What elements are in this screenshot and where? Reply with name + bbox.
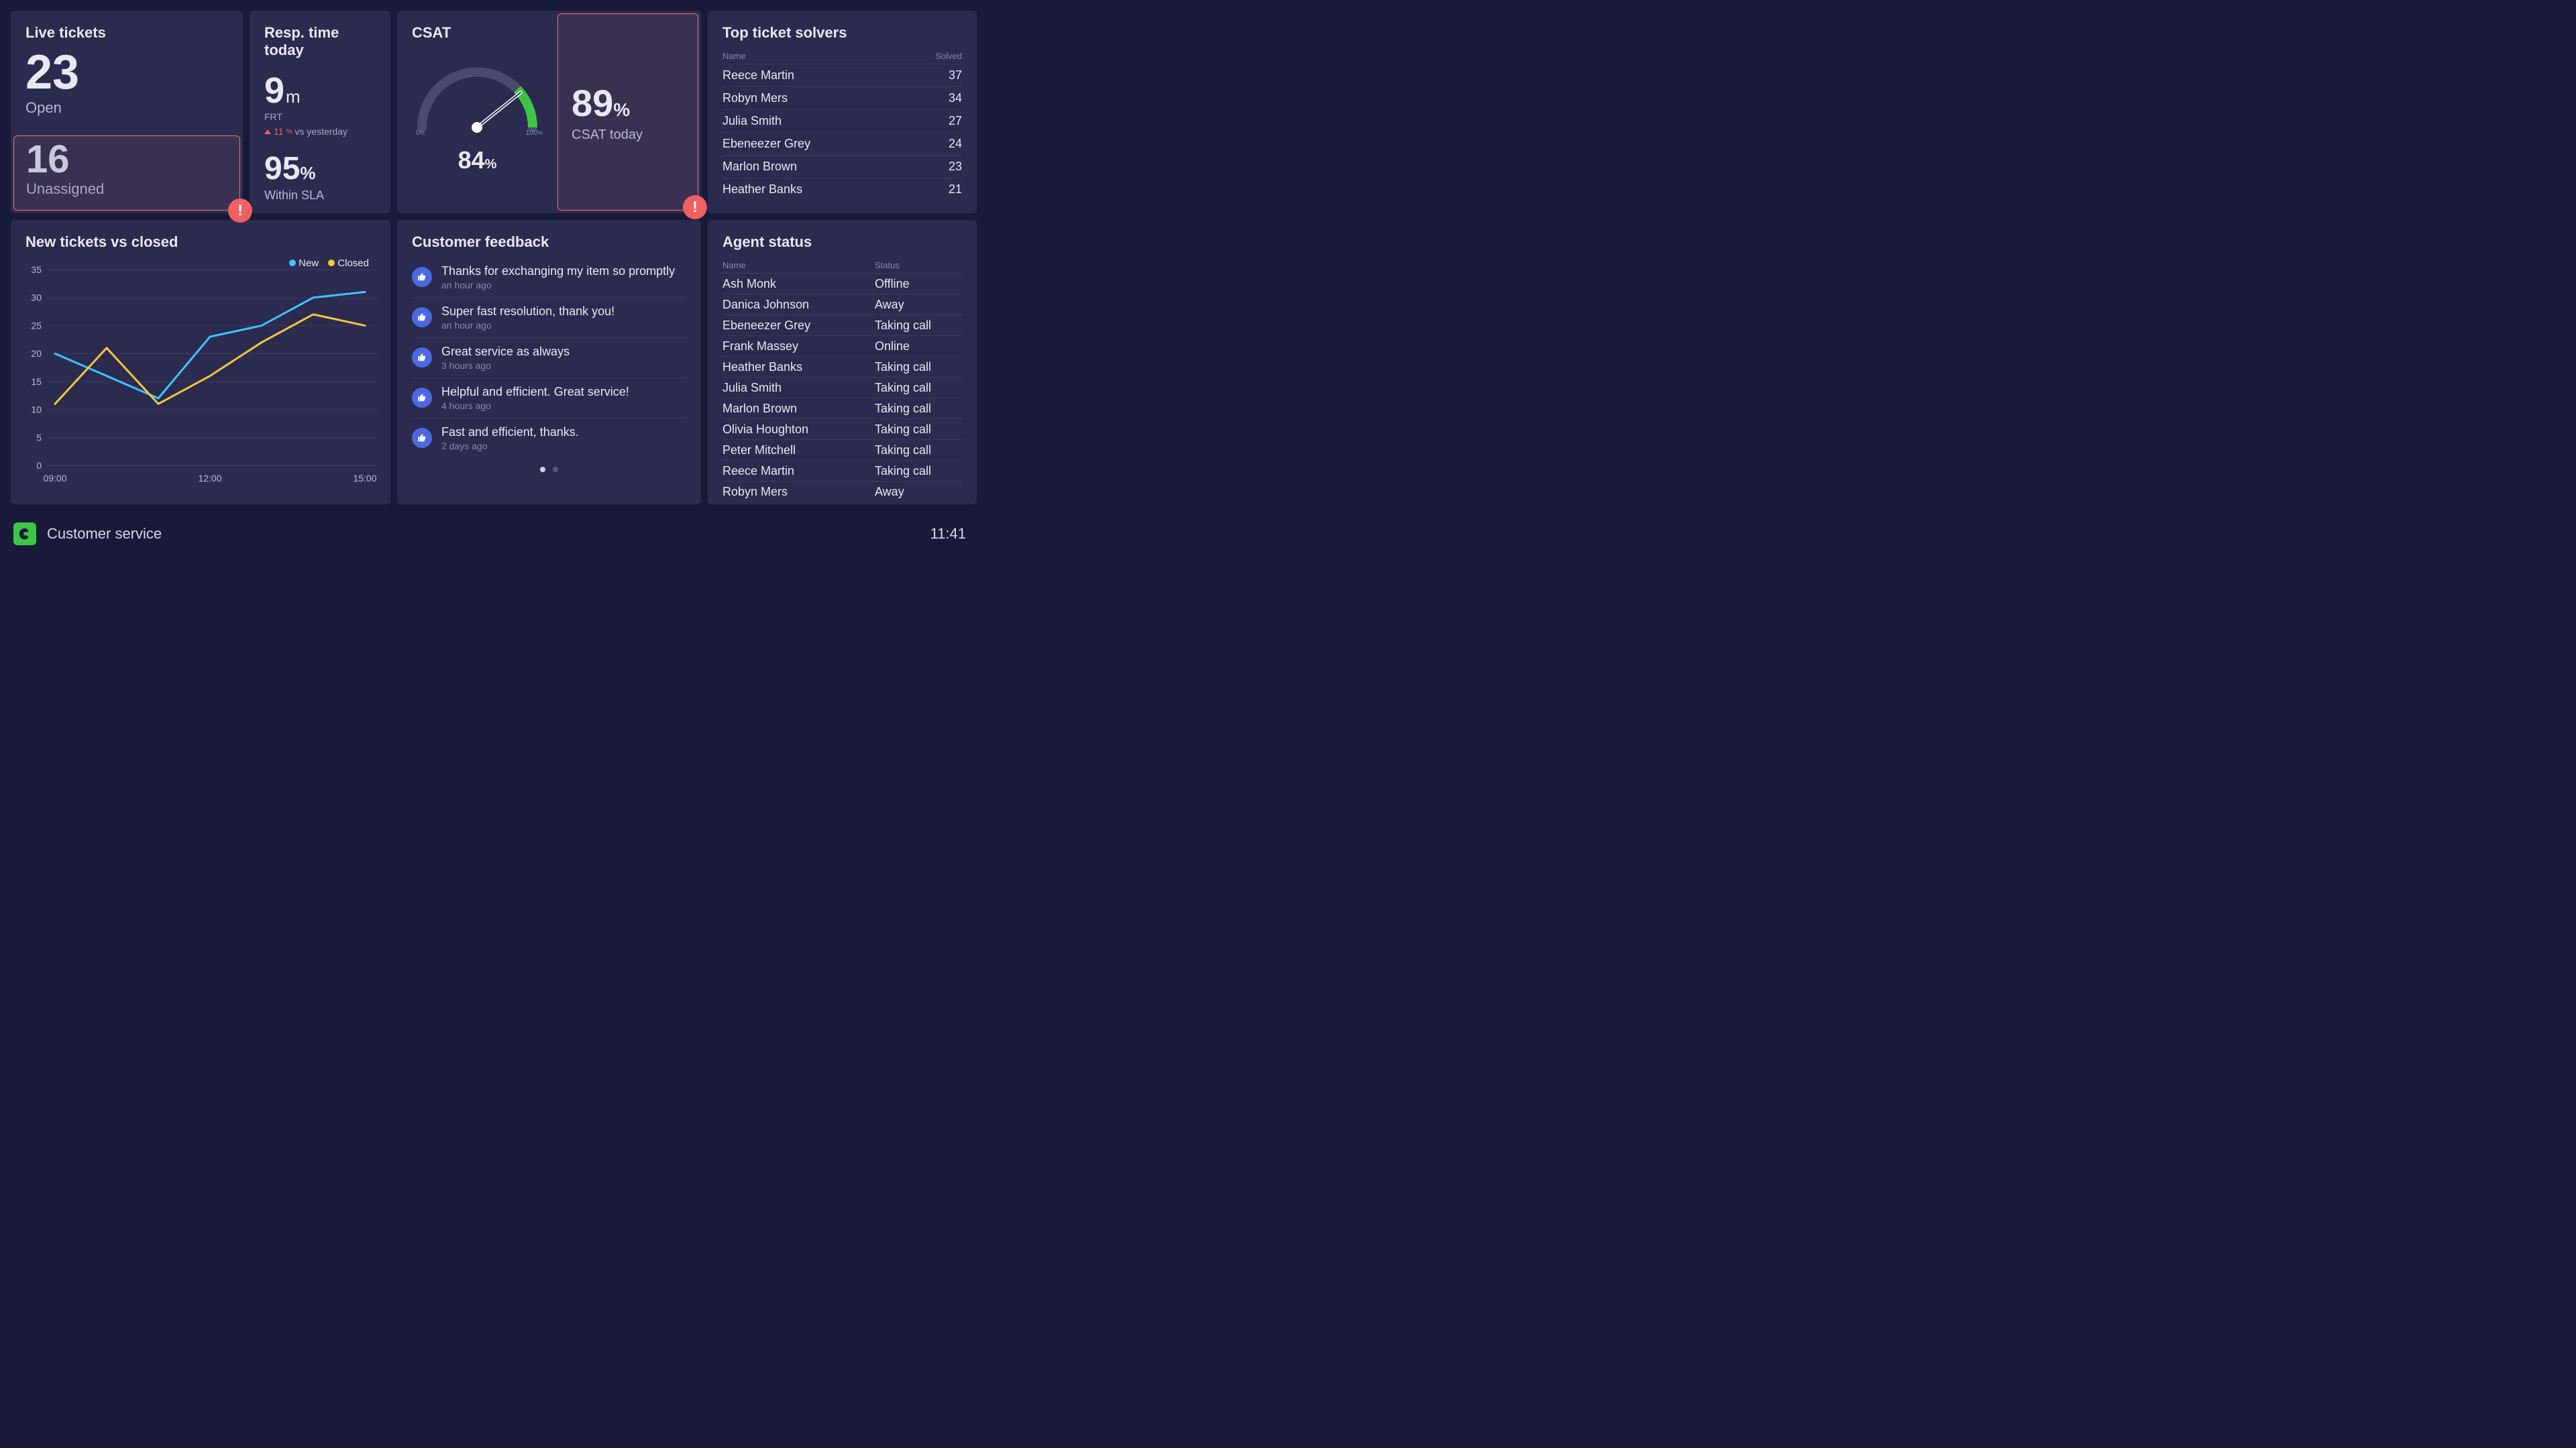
- frt-change: 11% vs yesterday: [264, 126, 376, 137]
- frt-value: 9m: [264, 72, 376, 109]
- unassigned-label: Unassigned: [26, 180, 227, 198]
- gauge-max: 100%: [526, 129, 543, 137]
- thumbs-up-icon: [412, 388, 432, 408]
- svg-text:12:00: 12:00: [198, 473, 221, 484]
- live-tickets-title: Live tickets: [25, 24, 228, 42]
- top-solvers-card: Top ticket solvers Name Solved Reece Mar…: [708, 11, 977, 213]
- footer-bar: Customer service 11:41: [0, 517, 979, 551]
- table-row: Julia SmithTaking call: [722, 377, 962, 398]
- tickets-chart-card: New tickets vs closed New Closed 0510152…: [11, 220, 390, 504]
- svg-text:10: 10: [31, 404, 42, 415]
- csat-today-value: 89%: [572, 81, 684, 125]
- footer-time: 11:41: [930, 525, 966, 543]
- feedback-item: Super fast resolution, thank you!an hour…: [412, 297, 686, 337]
- table-row: Peter MitchellTaking call: [722, 439, 962, 460]
- table-row: Ash MonkOffline: [722, 273, 962, 294]
- svg-text:20: 20: [31, 348, 42, 359]
- table-row: Ebeneezer GreyTaking call: [722, 315, 962, 335]
- open-tickets-value: 23: [25, 48, 228, 97]
- table-row: Frank MasseyOnline: [722, 335, 962, 356]
- csat-today-panel: 89% CSAT today !: [557, 13, 698, 211]
- csat-title: CSAT: [412, 24, 543, 42]
- thumbs-up-icon: [412, 307, 432, 327]
- sla-value: 95%: [264, 150, 376, 187]
- table-row: Danica JohnsonAway: [722, 294, 962, 315]
- svg-text:0: 0: [36, 460, 42, 471]
- feedback-item: Helpful and efficient. Great service!4 h…: [412, 378, 686, 418]
- table-row: Robyn MersAway: [722, 481, 962, 502]
- alert-icon: !: [683, 195, 707, 219]
- table-row: Reece MartinTaking call: [722, 460, 962, 481]
- resp-time-title: Resp. time today: [264, 24, 376, 59]
- logo-icon: [13, 522, 36, 545]
- table-row: Olivia HoughtonTaking call: [722, 419, 962, 439]
- table-row: Marlon BrownTaking call: [722, 398, 962, 419]
- svg-text:5: 5: [36, 432, 42, 443]
- table-row: Julia Smith27: [722, 109, 962, 132]
- feedback-card: Customer feedback Thanks for exchanging …: [397, 220, 701, 504]
- csat-gauge: 0% 100%: [412, 60, 543, 141]
- svg-text:30: 30: [31, 292, 42, 303]
- feedback-item: Thanks for exchanging my item so promptl…: [412, 258, 686, 297]
- table-row: Ebeneezer Grey24: [722, 132, 962, 155]
- table-row: Marlon Brown23: [722, 155, 962, 178]
- unassigned-tickets-panel: 16 Unassigned: [13, 135, 240, 211]
- svg-text:09:00: 09:00: [43, 473, 66, 484]
- svg-text:35: 35: [31, 264, 42, 275]
- feedback-item: Great service as always3 hours ago: [412, 337, 686, 378]
- tickets-chart: New Closed 0510152025303509:0012:0015:00: [25, 258, 376, 490]
- live-tickets-card: Live tickets 23 Open 16 Unassigned !: [11, 11, 243, 213]
- thumbs-up-icon: [412, 267, 432, 287]
- sla-label: Within SLA: [264, 188, 376, 203]
- agent-status-card: Agent status Name Status Ash MonkOffline…: [708, 220, 977, 504]
- up-arrow-icon: [264, 129, 271, 134]
- csat-today-label: CSAT today: [572, 127, 684, 143]
- feedback-title: Customer feedback: [412, 233, 686, 251]
- footer-title: Customer service: [47, 525, 162, 543]
- table-row: Heather BanksTaking call: [722, 356, 962, 377]
- svg-text:25: 25: [31, 320, 42, 331]
- table-header: Name Status: [722, 258, 962, 273]
- table-row: Heather Banks21: [722, 178, 962, 201]
- thumbs-up-icon: [412, 347, 432, 368]
- thumbs-up-icon: [412, 428, 432, 448]
- page-dot[interactable]: [540, 467, 545, 472]
- table-row: Robyn Mers34: [722, 87, 962, 109]
- resp-time-card: Resp. time today 9m FRT 11% vs yesterday…: [250, 11, 390, 213]
- alert-icon: !: [228, 199, 252, 223]
- page-dot[interactable]: [553, 467, 558, 472]
- agent-status-title: Agent status: [722, 233, 962, 251]
- pagination-dots[interactable]: [412, 463, 686, 476]
- open-tickets-label: Open: [25, 99, 228, 117]
- gauge-min: 0%: [416, 129, 425, 137]
- tickets-chart-title: New tickets vs closed: [25, 233, 376, 251]
- svg-text:15: 15: [31, 376, 42, 387]
- csat-card: CSAT 0% 100% 84% 89% CSAT today !: [397, 11, 701, 213]
- frt-label: FRT: [264, 111, 376, 122]
- top-solvers-title: Top ticket solvers: [722, 24, 962, 42]
- csat-gauge-value: 84%: [412, 146, 543, 174]
- feedback-item: Fast and efficient, thanks.2 days ago: [412, 418, 686, 458]
- table-header: Name Solved: [722, 48, 962, 64]
- unassigned-value: 16: [26, 140, 227, 179]
- table-row: Reece Martin37: [722, 64, 962, 87]
- svg-text:15:00: 15:00: [353, 473, 376, 484]
